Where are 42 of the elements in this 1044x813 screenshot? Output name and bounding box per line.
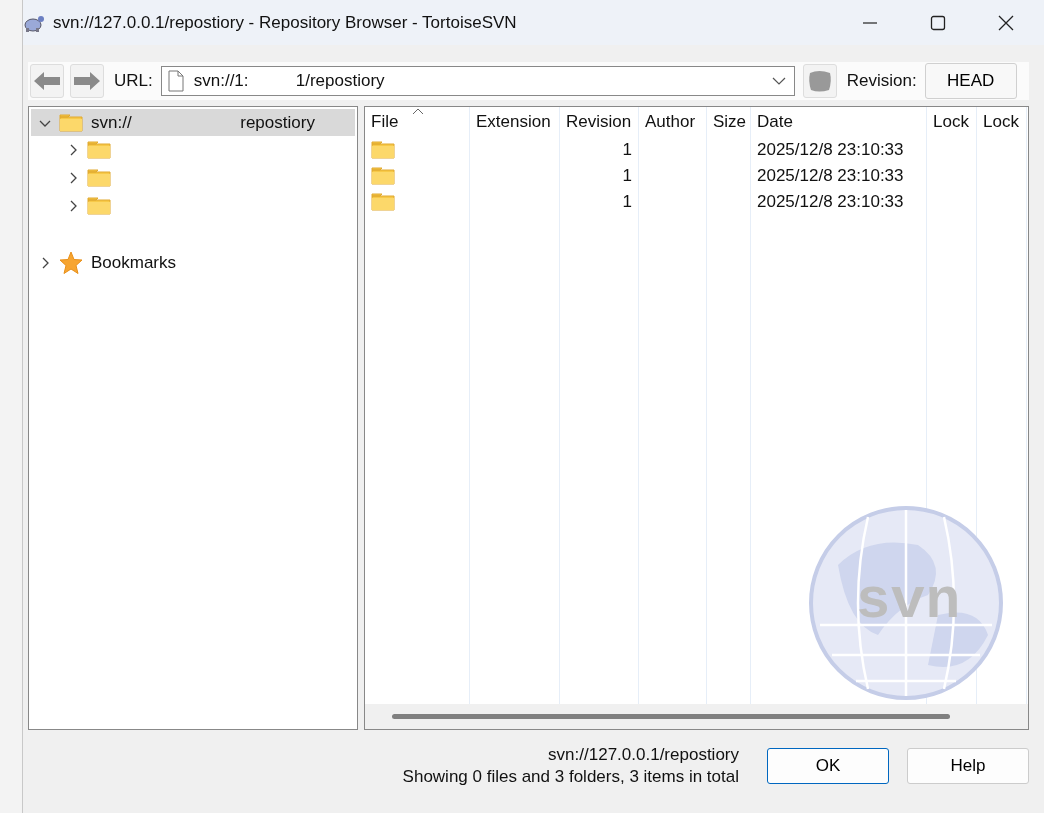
scrollbar-thumb[interactable] <box>392 714 950 719</box>
column-header[interactable]: File <box>365 107 469 137</box>
repository-button[interactable] <box>802 64 837 98</box>
table-cell: 1 <box>622 140 632 160</box>
dropdown-caret-icon[interactable] <box>771 77 786 85</box>
back-button[interactable] <box>30 64 64 98</box>
folder-icon <box>59 113 83 132</box>
url-label: URL: <box>114 71 153 91</box>
dialog-button[interactable]: Help <box>907 748 1029 784</box>
tree-item[interactable]: svn:// repostiory <box>31 109 355 136</box>
forward-button[interactable] <box>70 64 104 98</box>
column-header[interactable]: Lock <box>927 107 976 137</box>
document-icon <box>167 70 184 92</box>
table-cell: 2025/12/8 23:10:33 <box>757 166 904 186</box>
status-summary: Showing 0 files and 3 folders, 3 items in total <box>402 766 739 788</box>
dialog-button[interactable]: OK <box>767 748 889 784</box>
table-cell: 2025/12/8 23:10:33 <box>757 140 904 160</box>
column-header[interactable]: Author <box>639 107 706 137</box>
folder-icon <box>87 169 111 187</box>
table-cell: 2025/12/8 23:10:33 <box>757 192 904 212</box>
table-cell: 1 <box>622 192 632 212</box>
revision-label: Revision: <box>846 71 917 91</box>
maximize-icon[interactable] <box>930 14 946 31</box>
column-header[interactable]: Date <box>751 107 926 137</box>
svn-globe-logo: svn <box>808 505 1004 701</box>
column-header[interactable]: Size <box>707 107 750 137</box>
window-title: svn://127.0.0.1/repostiory - Repository Browser - TortoiseSVN <box>53 12 517 33</box>
column-header[interactable]: Revision <box>560 107 638 137</box>
folder-icon <box>87 197 111 215</box>
star-icon <box>59 250 83 275</box>
folder-icon <box>371 167 395 185</box>
folder-icon <box>87 141 111 159</box>
column-header[interactable]: Lock <box>977 107 1026 137</box>
close-icon[interactable] <box>998 14 1014 31</box>
table-cell: 1 <box>622 166 632 186</box>
tree-item[interactable]: Bookmarks <box>31 249 355 276</box>
column-header[interactable]: Extension <box>470 107 559 137</box>
folder-icon <box>371 141 395 159</box>
revision-button[interactable]: HEAD <box>924 63 1017 99</box>
folder-icon <box>371 193 395 211</box>
url-field[interactable]: svn://1: 1/repostiory <box>160 66 795 96</box>
status-url: svn://127.0.0.1/repostiory <box>548 744 739 766</box>
